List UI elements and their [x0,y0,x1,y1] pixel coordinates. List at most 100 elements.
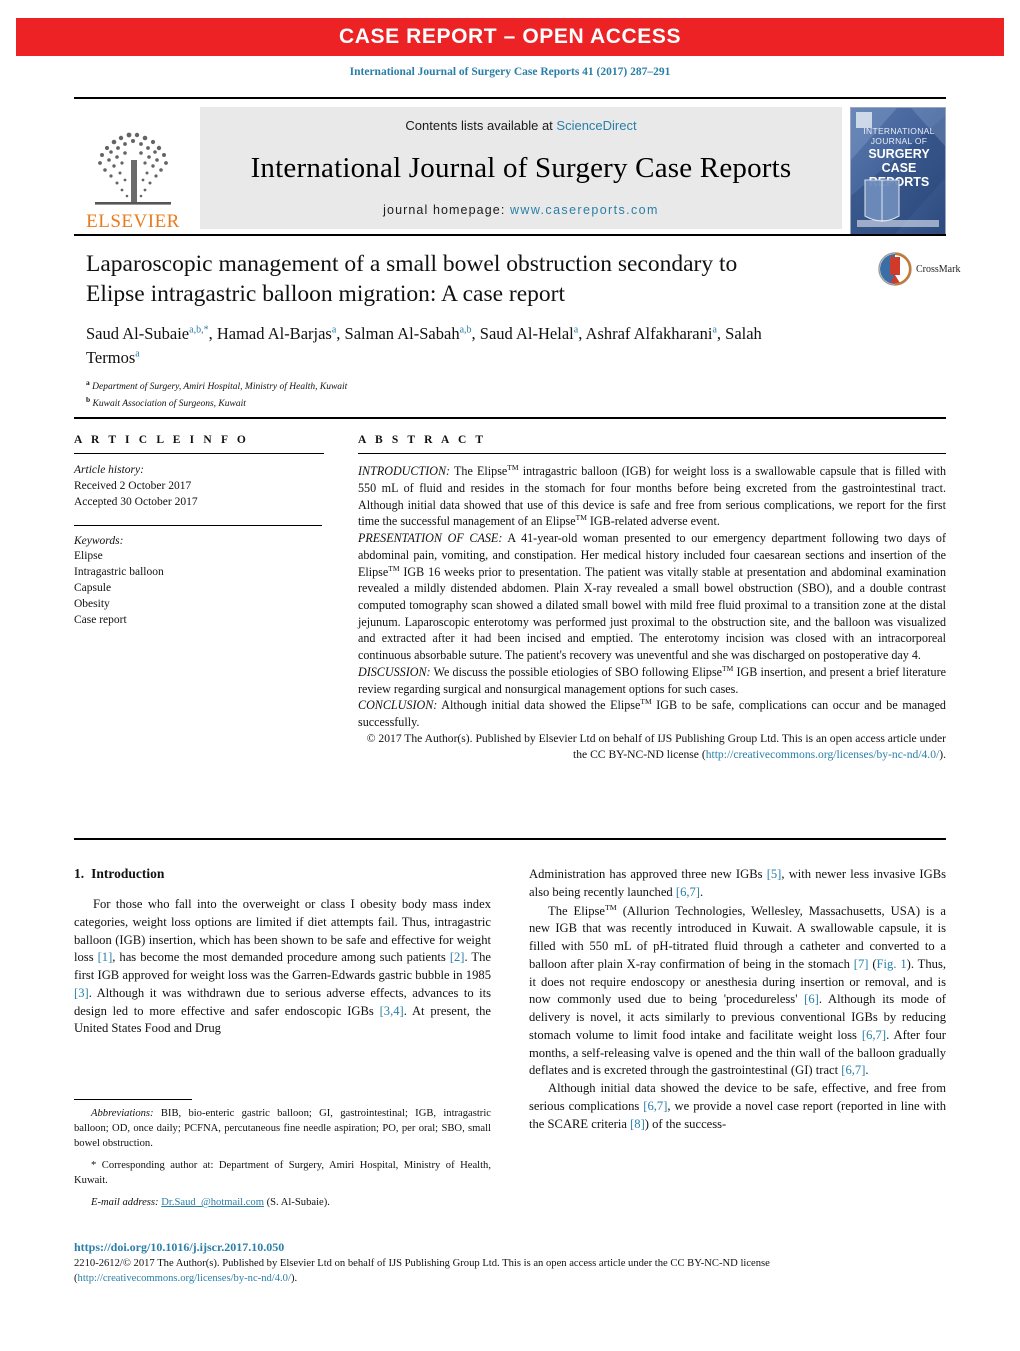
footnote-corresponding-author: * Corresponding author at: Department of… [74,1160,491,1187]
body-column-left: 1. Introduction For those who fall into t… [74,866,491,1133]
footer-license-link[interactable]: http://creativecommons.org/licenses/by-n… [78,1273,291,1284]
abbreviations-label: Abbreviations: [91,1108,154,1119]
footnote-email: E-mail address: Dr.Saud_@hotmail.com (S.… [74,1195,491,1210]
history-received: Received 2 October 2017 [74,479,192,492]
abstract-copyright: © 2017 The Author(s). Published by Elsev… [358,731,946,763]
citation-ref[interactable]: [7] [854,957,869,971]
footnote-divider [74,1099,192,1100]
journal-masthead: ELSEVIER Contents lists available at Sci… [74,97,946,235]
body-column-right: Administration has approved three new IG… [529,866,946,1133]
journal-homepage-link[interactable]: www.casereports.com [510,203,659,217]
abstract-body: INTRODUCTION: The ElipseTM intragastric … [358,463,946,763]
citation-ref[interactable]: [6,7] [676,885,700,899]
citation-ref[interactable]: [3] [74,986,89,1000]
svg-text:JOURNAL OF: JOURNAL OF [871,136,928,146]
abstract-column: A B S T R A C T INTRODUCTION: The Elipse… [358,434,946,763]
citation-ref[interactable]: [8] [630,1117,645,1131]
abstract-run-head: PRESENTATION OF CASE: [358,531,503,545]
svg-text:SURGERY: SURGERY [868,147,930,161]
affiliation-text: Department of Surgery, Amiri Hospital, M… [92,382,348,393]
abstract-section-divider [74,417,946,419]
body-paragraph: Administration has approved three new IG… [529,867,946,899]
abstract-text: Although initial data showed the ElipseT… [358,697,946,730]
abstract-run-head: INTRODUCTION: [358,464,451,479]
contents-prefix: Contents lists available at [405,118,557,133]
keyword-item: Elipse [74,550,103,563]
affiliation-marker: b [86,394,91,404]
abstract-rule [358,453,946,454]
affiliation-marker: a [86,378,90,388]
email-link[interactable]: Dr.Saud_@hotmail.com [161,1197,264,1208]
citation-ref[interactable]: [6,7] [862,1028,886,1042]
sciencedirect-link[interactable]: ScienceDirect [556,118,636,133]
crossmark-icon [878,252,912,286]
copyright-tail: ). [939,748,946,762]
journal-title: International Journal of Surgery Case Re… [250,151,792,184]
svg-text:CASE: CASE [882,161,917,175]
abstract-paragraph: CONCLUSION: Although initial data showed… [358,697,946,731]
journal-info-box: Contents lists available at ScienceDirec… [200,107,842,229]
article-header: Laparoscopic management of a small bowel… [86,250,876,412]
article-body: 1. Introduction For those who fall into t… [74,866,946,1133]
page-footer: https://doi.org/10.1016/j.ijscr.2017.10.… [74,1240,946,1287]
elsevier-tree-icon [95,132,171,205]
page-title: Laparoscopic management of a small bowel… [86,251,738,307]
article-info-column: A R T I C L E I N F O Article history: R… [74,434,324,763]
footnote-abbreviations: Abbreviations: BIB, bio-enteric gastric … [74,1106,491,1151]
citation-ref[interactable]: [1] [98,950,113,964]
journal-citation: International Journal of Surgery Case Re… [349,66,671,78]
citation-ref[interactable]: [5] [767,867,782,881]
elsevier-logo: ELSEVIER [74,107,192,235]
history-accepted: Accepted 30 October 2017 [74,495,198,508]
abstract-text: We discuss the possible etiologies of SB… [358,663,946,696]
article-info-heading: A R T I C L E I N F O [74,434,249,446]
footnotes-block: Abbreviations: BIB, bio-enteric gastric … [74,1099,491,1217]
crossmark-label: CrossMark [916,263,961,275]
keywords-label: Keywords: [74,534,124,547]
abstract-run-head: DISCUSSION: [358,664,431,679]
keywords-divider [74,524,322,526]
affiliation-list: a Department of Surgery, Amiri Hospital,… [86,378,876,412]
section-title: Introduction [91,866,165,881]
footer-license-tail: ). [290,1272,298,1284]
journal-cover-art: INTERNATIONAL JOURNAL OF SURGERY CASE RE… [851,108,945,234]
keywords-block: Keywords: Elipse Intragastric balloon Ca… [74,534,324,629]
title-divider [74,234,946,236]
contents-available-line: Contents lists available at ScienceDirec… [405,118,636,133]
body-paragraph: Although initial data showed the device … [529,1081,946,1131]
keyword-item: Capsule [74,582,112,595]
svg-text:INTERNATIONAL: INTERNATIONAL [863,126,934,136]
keyword-item: Intragastric balloon [74,566,164,579]
abstract-paragraph: INTRODUCTION: The ElipseTM intragastric … [358,463,946,530]
email-tail: (S. Al-Subaie). [263,1197,330,1209]
affiliation-item: a Department of Surgery, Amiri Hospital,… [86,378,876,395]
journal-homepage-line: journal homepage: www.casereports.com [383,203,659,217]
crossmark-badge[interactable]: CrossMark [878,252,960,286]
citation-ref[interactable]: [3,4] [380,1004,404,1018]
paper-page: CASE REPORT – OPEN ACCESS International … [0,0,1020,1351]
homepage-prefix: journal homepage: [383,203,510,217]
abstract-run-head: CONCLUSION: [358,698,438,713]
abstract-paragraph: PRESENTATION OF CASE: A 41-year-old woma… [358,530,946,664]
citation-ref[interactable]: [6,7] [643,1099,667,1113]
citation-ref[interactable]: [6,7] [841,1063,865,1077]
info-abstract-section: A R T I C L E I N F O Article history: R… [74,434,946,763]
doi-link[interactable]: https://doi.org/10.1016/j.ijscr.2017.10.… [74,1240,946,1255]
author-list: Saud Al-Subaiea,b,*, Hamad Al-Barjasa, S… [86,324,762,367]
license-link[interactable]: http://creativecommons.org/licenses/by-n… [706,748,940,761]
body-paragraph: For those who fall into the overweight o… [74,897,491,1036]
email-label: E-mail address: [91,1197,159,1209]
body-paragraph: The ElipseTM (Allurion Technologies, Wel… [529,902,946,1078]
article-history-label: Article history: [74,464,144,476]
journal-cover-thumbnail: INTERNATIONAL JOURNAL OF SURGERY CASE RE… [850,107,946,235]
elsevier-wordmark: ELSEVIER [86,211,180,232]
open-access-banner-label: CASE REPORT – OPEN ACCESS [338,25,682,48]
section-number: 1. [74,866,85,881]
citation-ref[interactable]: [2] [450,950,465,964]
issn-copyright-line: 2210-2612/© 2017 The Author(s). Publishe… [74,1257,946,1287]
affiliation-item: b Kuwait Association of Surgeons, Kuwait [86,395,876,412]
article-info-rule [74,453,324,454]
figure-ref[interactable]: Fig. 1 [877,957,907,971]
citation-ref[interactable]: [6] [804,992,819,1006]
affiliation-text: Kuwait Association of Surgeons, Kuwait [92,399,246,410]
